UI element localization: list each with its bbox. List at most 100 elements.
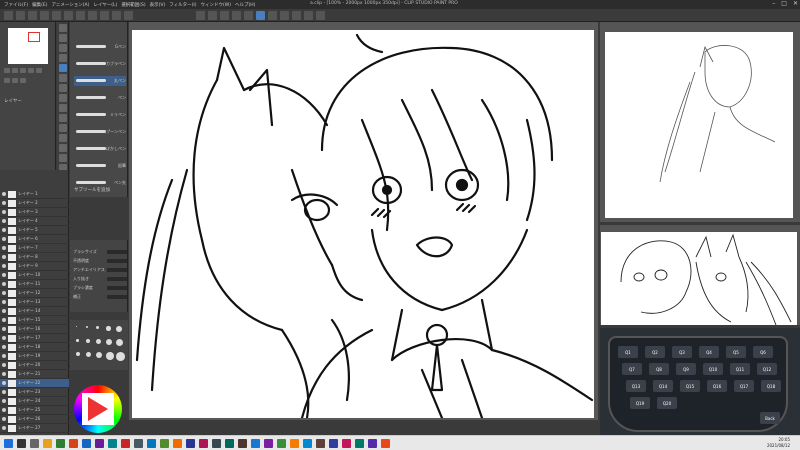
taskbar-app-icon[interactable] bbox=[82, 439, 91, 448]
tool-icon[interactable] bbox=[58, 44, 67, 52]
layer-row[interactable]: レイヤー 6 bbox=[0, 235, 69, 244]
taskbar-app-icon[interactable] bbox=[368, 439, 377, 448]
zoom-in-icon[interactable] bbox=[12, 68, 18, 73]
eye-icon[interactable] bbox=[2, 426, 6, 430]
taskbar-app-icon[interactable] bbox=[30, 439, 39, 448]
eye-icon[interactable] bbox=[2, 300, 6, 304]
layer-row[interactable]: レイヤー 11 bbox=[0, 280, 69, 289]
eye-icon[interactable] bbox=[2, 282, 6, 286]
taskbar-app-icon[interactable] bbox=[134, 439, 143, 448]
tool-icon[interactable] bbox=[58, 104, 67, 112]
tool-icon[interactable] bbox=[58, 154, 67, 162]
menu-item[interactable]: 編集(E) bbox=[32, 2, 47, 8]
brush-size-preset[interactable] bbox=[106, 339, 113, 346]
eye-icon[interactable] bbox=[2, 408, 6, 412]
tool-icon[interactable] bbox=[58, 114, 67, 122]
eye-icon[interactable] bbox=[2, 390, 6, 394]
eye-icon[interactable] bbox=[2, 273, 6, 277]
sub-tool-item[interactable]: スプーンペン bbox=[74, 127, 126, 137]
command-button[interactable] bbox=[268, 11, 277, 20]
taskbar-app-icon[interactable] bbox=[342, 439, 351, 448]
property-slider[interactable] bbox=[107, 249, 127, 254]
taskbar-app-icon[interactable] bbox=[303, 439, 312, 448]
command-button[interactable] bbox=[16, 11, 25, 20]
brush-size-preset[interactable] bbox=[76, 352, 80, 356]
brush-size-preset[interactable] bbox=[96, 326, 100, 330]
menu-item[interactable]: ヘルプ(H) bbox=[235, 2, 255, 8]
layer-row[interactable]: レイヤー 10 bbox=[0, 271, 69, 280]
eye-icon[interactable] bbox=[2, 327, 6, 331]
layer-row[interactable]: レイヤー 25 bbox=[0, 406, 69, 415]
keypad-key[interactable]: Q15 bbox=[680, 380, 700, 392]
command-button[interactable] bbox=[64, 11, 73, 20]
eye-icon[interactable] bbox=[2, 381, 6, 385]
property-slider[interactable] bbox=[107, 276, 127, 281]
eye-icon[interactable] bbox=[2, 318, 6, 322]
taskbar-app-icon[interactable] bbox=[264, 439, 273, 448]
eye-icon[interactable] bbox=[2, 228, 6, 232]
layer-row[interactable]: レイヤー 17 bbox=[0, 334, 69, 343]
menu-item[interactable]: レイヤー(L) bbox=[93, 2, 117, 8]
pin-icon[interactable] bbox=[20, 78, 26, 83]
eye-icon[interactable] bbox=[2, 264, 6, 268]
keypad-key[interactable]: Q9 bbox=[676, 363, 696, 375]
sub-tool-item[interactable]: 鉛筆 bbox=[74, 161, 126, 171]
taskbar-app-icon[interactable] bbox=[173, 439, 182, 448]
eye-icon[interactable] bbox=[2, 345, 6, 349]
close-icon[interactable]: ✕ bbox=[793, 0, 798, 7]
hand-icon[interactable] bbox=[4, 78, 10, 83]
keypad-key[interactable]: Q19 bbox=[630, 397, 650, 409]
zoom-out-icon[interactable] bbox=[4, 68, 10, 73]
layer-row[interactable]: レイヤー 19 bbox=[0, 352, 69, 361]
layer-row[interactable]: レイヤー 22 bbox=[0, 379, 69, 388]
command-button[interactable] bbox=[208, 11, 217, 20]
keypad-key[interactable]: Q12 bbox=[757, 363, 777, 375]
fit-icon[interactable] bbox=[20, 68, 26, 73]
command-button[interactable] bbox=[220, 11, 229, 20]
view-frame[interactable] bbox=[28, 32, 40, 42]
drawing-canvas[interactable] bbox=[132, 30, 594, 418]
command-button[interactable] bbox=[52, 11, 61, 20]
taskbar-app-icon[interactable] bbox=[225, 439, 234, 448]
minimize-icon[interactable]: – bbox=[772, 0, 775, 7]
command-button[interactable] bbox=[76, 11, 85, 20]
keypad-key[interactable]: Q1 bbox=[618, 346, 638, 358]
keypad-key[interactable]: Q2 bbox=[645, 346, 665, 358]
sub-tool-item[interactable]: ぼかしペン bbox=[74, 144, 126, 154]
eye-icon[interactable] bbox=[2, 336, 6, 340]
tool-icon[interactable] bbox=[58, 34, 67, 42]
property-slider[interactable] bbox=[107, 267, 127, 272]
property-slider[interactable] bbox=[107, 258, 127, 263]
taskbar-app-icon[interactable] bbox=[56, 439, 65, 448]
taskbar-app-icon[interactable] bbox=[121, 439, 130, 448]
tool-icon[interactable] bbox=[58, 144, 67, 152]
eye-icon[interactable] bbox=[2, 192, 6, 196]
brush-size-preset[interactable] bbox=[116, 352, 125, 361]
flip-icon[interactable] bbox=[36, 68, 42, 73]
menu-item[interactable]: アニメーション(A) bbox=[51, 2, 89, 8]
brush-size-preset[interactable] bbox=[116, 339, 124, 347]
layer-row[interactable]: レイヤー 4 bbox=[0, 217, 69, 226]
command-button[interactable] bbox=[304, 11, 313, 20]
reset-icon[interactable] bbox=[12, 78, 18, 83]
layer-row[interactable]: レイヤー 9 bbox=[0, 262, 69, 271]
layer-row[interactable]: レイヤー 16 bbox=[0, 325, 69, 334]
layer-row[interactable]: レイヤー 24 bbox=[0, 397, 69, 406]
eye-icon[interactable] bbox=[2, 309, 6, 313]
layer-row[interactable]: レイヤー 2 bbox=[0, 199, 69, 208]
tool-icon[interactable] bbox=[58, 74, 67, 82]
taskbar-app-icon[interactable] bbox=[329, 439, 338, 448]
maximize-icon[interactable]: □ bbox=[781, 0, 787, 7]
layer-row[interactable]: レイヤー 23 bbox=[0, 388, 69, 397]
sub-tool-item[interactable]: ペン bbox=[74, 93, 126, 103]
taskbar-app-icon[interactable] bbox=[381, 439, 390, 448]
brush-size-preset[interactable] bbox=[116, 326, 122, 332]
keypad-key[interactable]: Q14 bbox=[653, 380, 673, 392]
taskbar-app-icon[interactable] bbox=[186, 439, 195, 448]
eye-icon[interactable] bbox=[2, 417, 6, 421]
property-slider[interactable] bbox=[107, 285, 127, 290]
tool-icon[interactable] bbox=[58, 64, 67, 72]
command-button[interactable] bbox=[100, 11, 109, 20]
layer-row[interactable]: レイヤー 8 bbox=[0, 253, 69, 262]
command-button[interactable] bbox=[28, 11, 37, 20]
